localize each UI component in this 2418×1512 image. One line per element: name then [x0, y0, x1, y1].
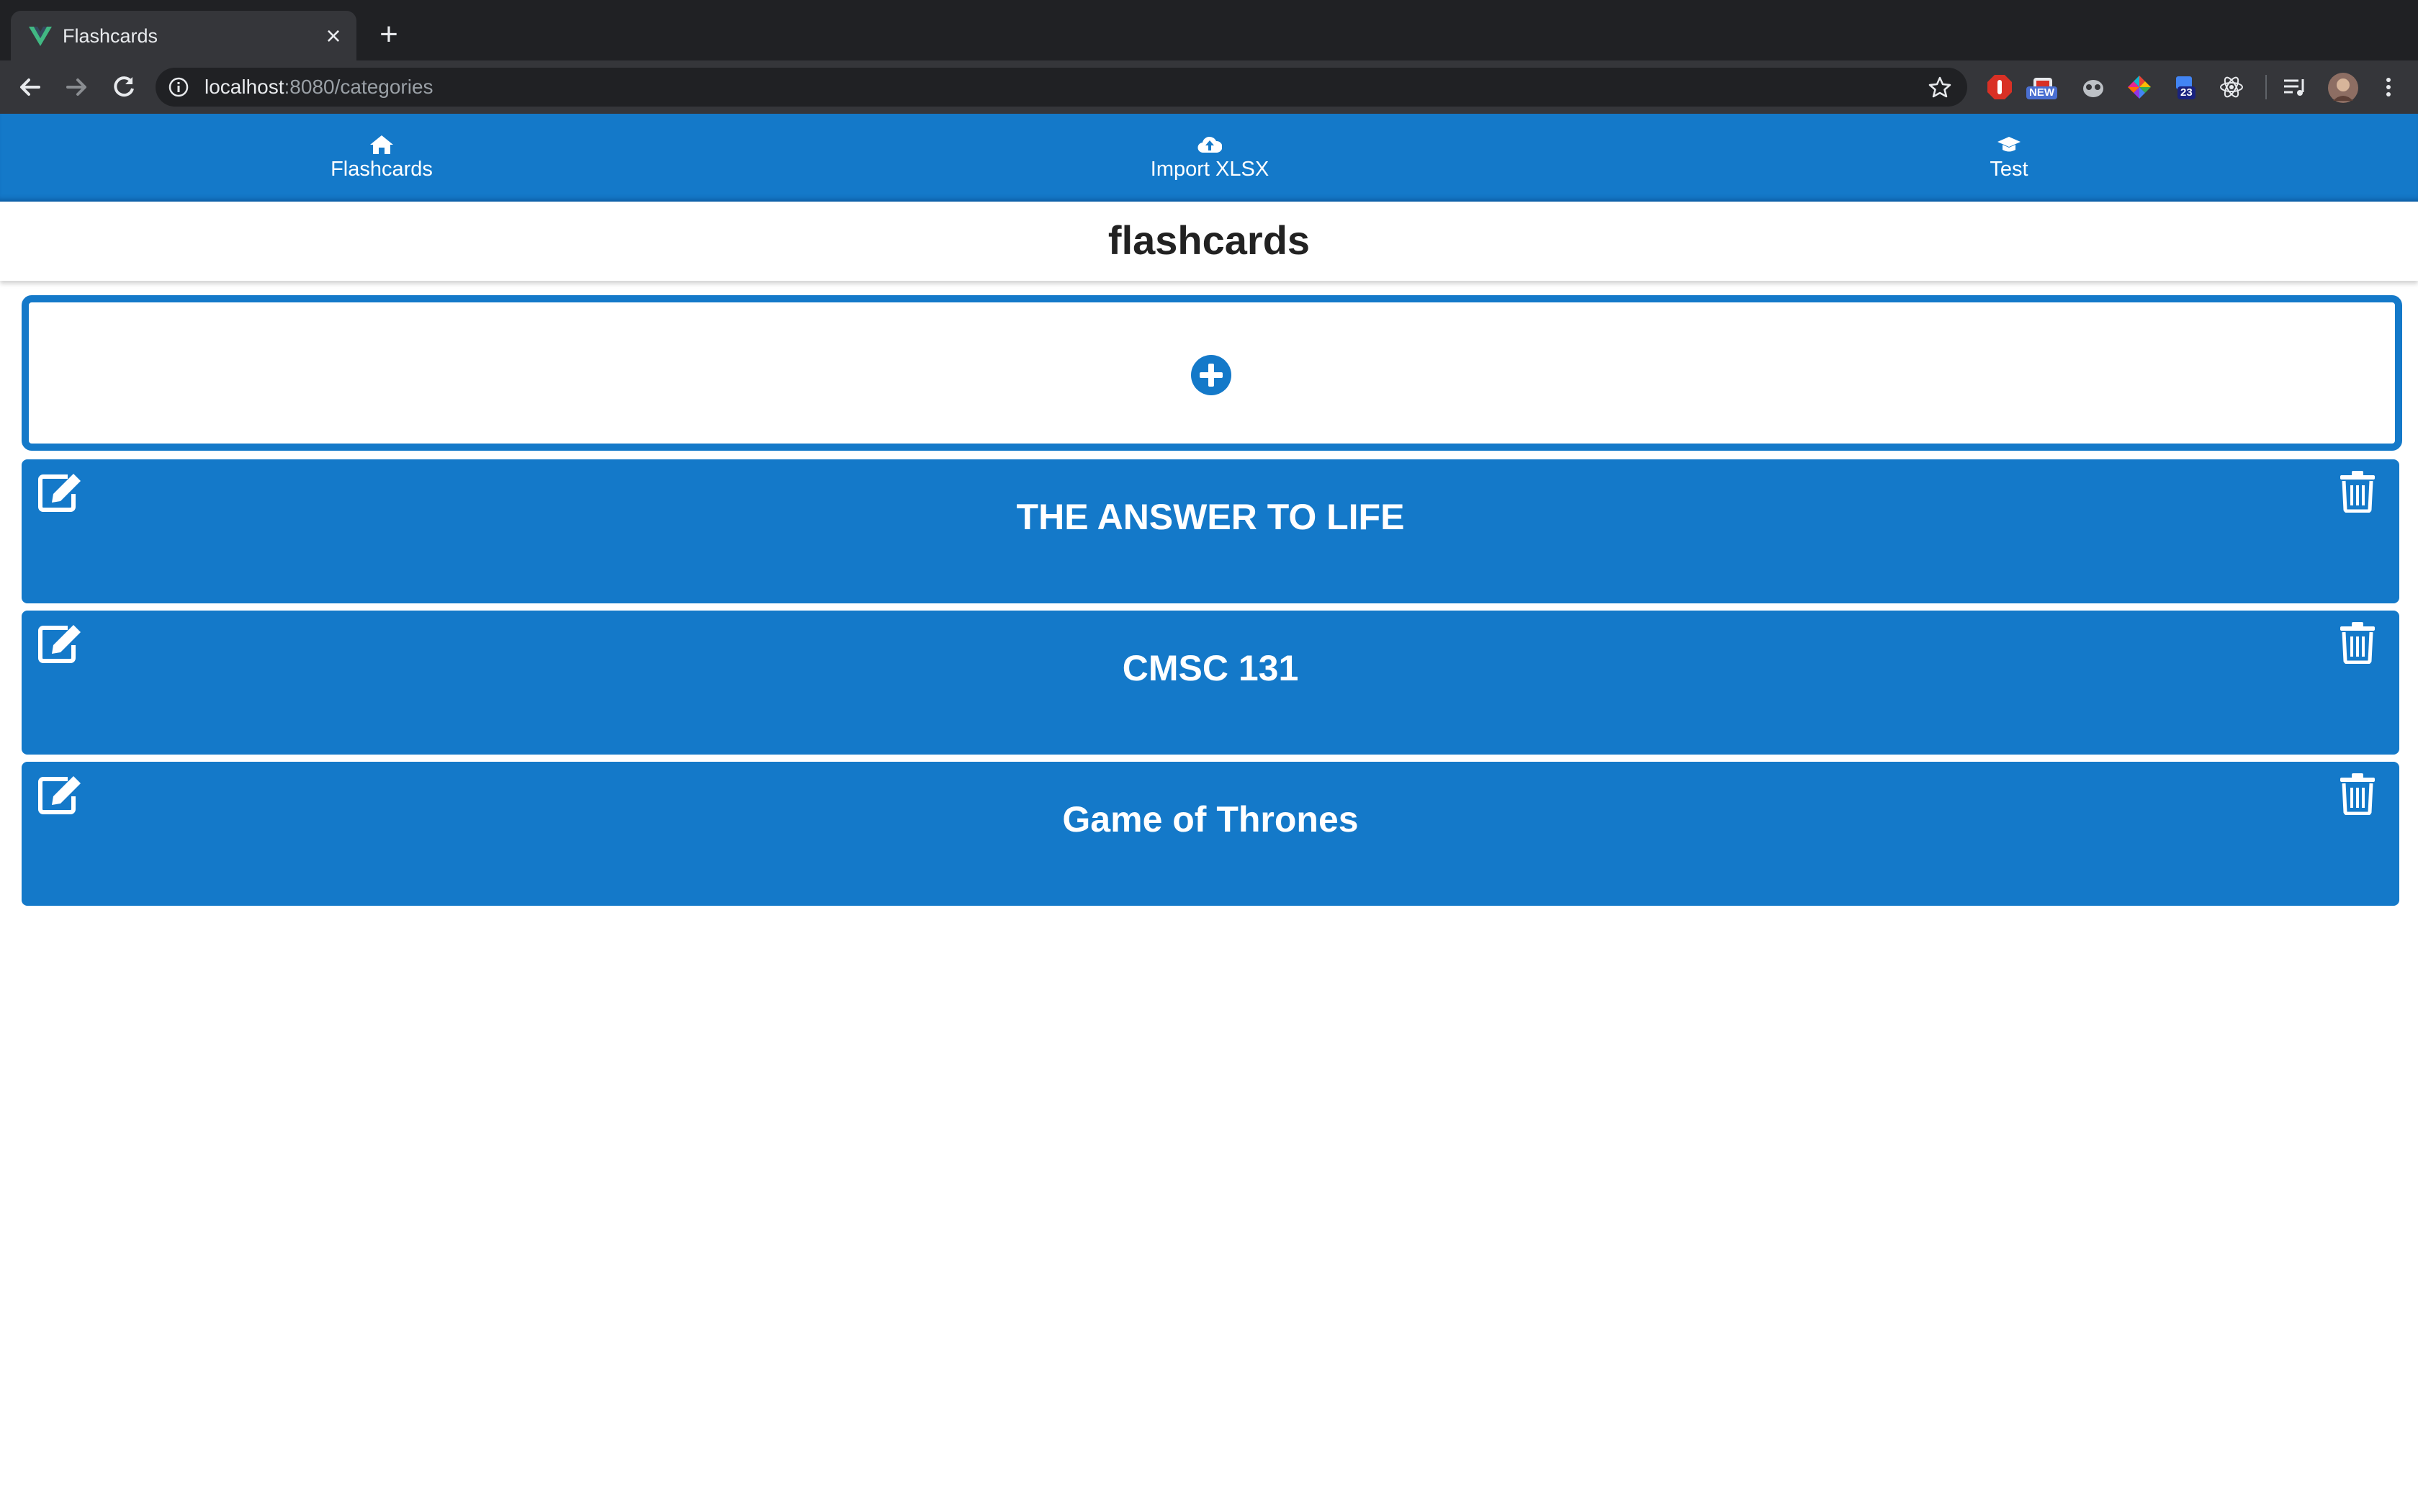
back-arrow-icon[interactable] [14, 71, 46, 103]
category-title: THE ANSWER TO LIFE [1016, 497, 1405, 537]
nav-item-import-xlsx[interactable]: Import XLSX [1102, 134, 1318, 181]
tab-title: Flashcards [63, 25, 158, 47]
notes-extension-icon[interactable]: 23 [2172, 73, 2199, 101]
notes-count-badge: 23 [2177, 86, 2195, 99]
browser-tab[interactable]: Flashcards × [11, 11, 356, 60]
media-playlist-icon[interactable] [2281, 73, 2309, 101]
app-nav-bar: Flashcards Import XLSX Test [0, 114, 2418, 202]
new-badge: NEW [2026, 86, 2057, 99]
category-card[interactable]: Game of Thrones [22, 762, 2399, 906]
browser-tabstrip: Flashcards × + [0, 0, 2418, 60]
close-tab-icon[interactable]: × [320, 23, 346, 49]
page-title: flashcards [1107, 217, 1311, 263]
new-badge-extension-icon[interactable]: NEW [2026, 73, 2057, 101]
nav-label-import-xlsx: Import XLSX [1150, 158, 1269, 181]
category-card[interactable]: THE ANSWER TO LIFE [22, 459, 2399, 603]
trash-icon[interactable] [2339, 772, 2376, 815]
home-icon [370, 135, 393, 154]
page-header: flashcards [0, 202, 2418, 281]
address-bar[interactable]: localhost:8080/categories [156, 68, 1967, 107]
graduation-cap-icon [1997, 137, 2021, 152]
menu-kebab-icon[interactable] [2375, 73, 2402, 101]
category-card[interactable]: CMSC 131 [22, 611, 2399, 755]
add-category-card[interactable] [22, 295, 2402, 451]
nav-item-flashcards[interactable]: Flashcards [274, 134, 490, 181]
trash-icon[interactable] [2339, 621, 2376, 664]
color-wheel-extension-icon[interactable] [2126, 73, 2153, 101]
vue-logo-icon [29, 27, 52, 46]
toolbar-divider [2265, 75, 2267, 99]
stop-extension-icon[interactable] [1986, 73, 2013, 101]
url-text[interactable]: localhost:8080/categories [205, 76, 433, 98]
owl-extension-icon[interactable] [2080, 73, 2107, 101]
plus-circle-icon[interactable] [1190, 354, 1232, 396]
category-title: CMSC 131 [1122, 648, 1299, 688]
site-info-icon[interactable] [168, 77, 189, 97]
nav-item-test[interactable]: Test [1901, 134, 2117, 181]
react-devtools-icon[interactable] [2218, 73, 2245, 101]
forward-arrow-icon[interactable] [60, 71, 92, 103]
bookmark-star-icon[interactable] [1928, 76, 1951, 99]
profile-avatar[interactable] [2327, 72, 2359, 104]
trash-icon[interactable] [2339, 469, 2376, 513]
browser-toolbar: localhost:8080/categories NEW 23 [0, 60, 2418, 114]
new-tab-icon[interactable]: + [374, 19, 403, 50]
reload-icon[interactable] [108, 71, 140, 103]
url-path: :8080/categories [284, 76, 433, 98]
nav-label-flashcards: Flashcards [331, 158, 433, 181]
cloud-upload-icon [1197, 136, 1222, 153]
category-title: Game of Thrones [1062, 799, 1359, 840]
url-host: localhost [205, 76, 284, 98]
nav-label-test: Test [1990, 158, 2028, 181]
